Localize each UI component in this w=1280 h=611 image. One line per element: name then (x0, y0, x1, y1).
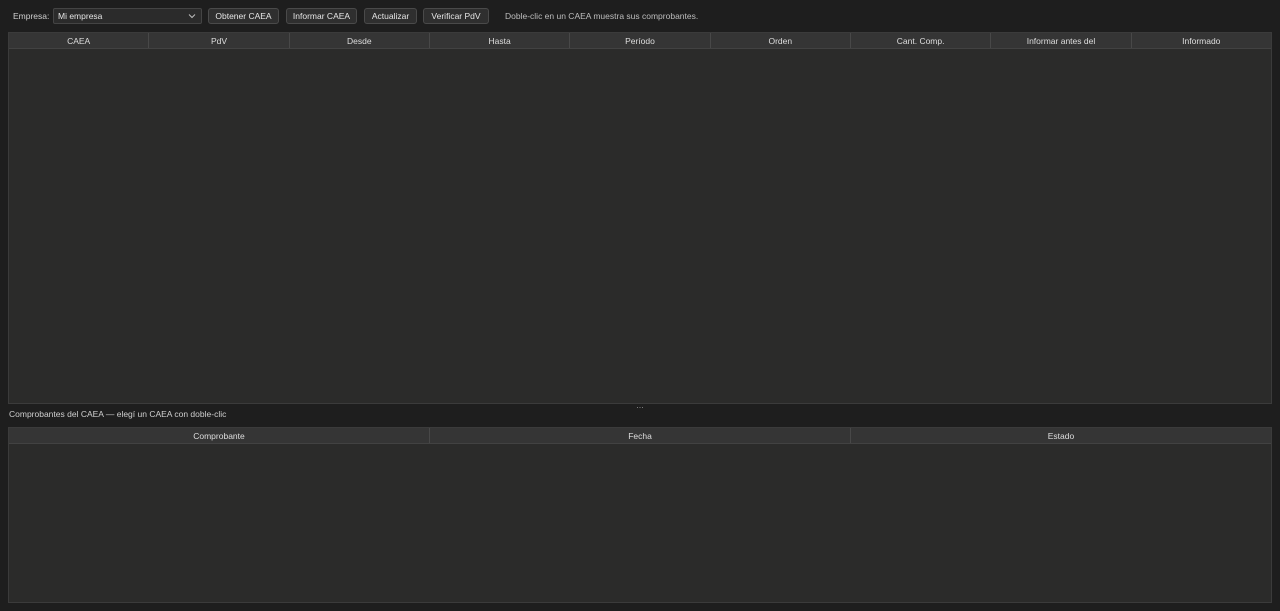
actualizar-button[interactable]: Actualizar (364, 8, 417, 24)
column-header-fecha[interactable]: Fecha (430, 428, 851, 443)
column-header-estado[interactable]: Estado (851, 428, 1271, 443)
comprobantes-label: Comprobantes del CAEA — elegí un CAEA co… (9, 409, 227, 419)
caea-table[interactable]: CAEA PdV Desde Hasta Período Orden Cant.… (8, 32, 1272, 404)
column-header-caea[interactable]: CAEA (9, 33, 150, 48)
column-header-desde[interactable]: Desde (290, 33, 430, 48)
verificar-pdv-button[interactable]: Verificar PdV (423, 8, 489, 24)
comprobantes-table[interactable]: Comprobante Fecha Estado (8, 427, 1272, 603)
column-header-cant-comp[interactable]: Cant. Comp. (851, 33, 992, 48)
column-header-hasta[interactable]: Hasta (430, 33, 571, 48)
informar-caea-button[interactable]: Informar CAEA (286, 8, 357, 24)
column-header-orden[interactable]: Orden (711, 33, 851, 48)
column-header-informar-antes[interactable]: Informar antes del (991, 33, 1132, 48)
splitter-handle[interactable]: … (636, 402, 644, 410)
toolbar: Empresa: Mi empresa Obtener CAEA Informa… (0, 0, 1280, 32)
hint-text: Doble-clic en un CAEA muestra sus compro… (505, 11, 699, 21)
column-header-informado[interactable]: Informado (1132, 33, 1271, 48)
empresa-label: Empresa: (13, 11, 50, 21)
caea-table-header: CAEA PdV Desde Hasta Período Orden Cant.… (9, 33, 1271, 49)
empresa-select-value: Mi empresa (58, 11, 103, 21)
column-header-periodo[interactable]: Período (570, 33, 711, 48)
column-header-comprobante[interactable]: Comprobante (9, 428, 430, 443)
chevron-down-icon (188, 14, 196, 19)
obtener-caea-button[interactable]: Obtener CAEA (208, 8, 279, 24)
empresa-select[interactable]: Mi empresa (53, 8, 202, 24)
comprobantes-table-header: Comprobante Fecha Estado (9, 428, 1271, 444)
column-header-pdv[interactable]: PdV (149, 33, 290, 48)
